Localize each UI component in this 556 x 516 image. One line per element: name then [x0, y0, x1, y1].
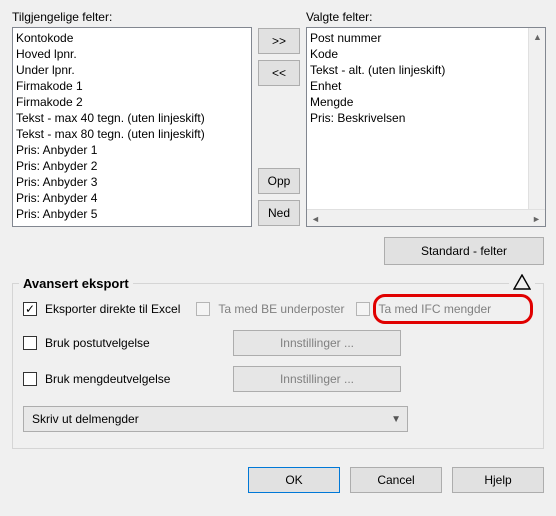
scroll-right-icon: ►: [528, 210, 545, 227]
post-selection-checkbox[interactable]: [23, 336, 37, 350]
move-up-button[interactable]: Opp: [258, 168, 300, 194]
list-item[interactable]: Pris: Anbyder 2: [16, 158, 251, 174]
list-item[interactable]: Pris: Anbyder 1: [16, 142, 251, 158]
print-subquantities-dropdown[interactable]: Skriv ut delmengder ▼: [23, 406, 408, 432]
list-item[interactable]: Firmakode 1: [16, 78, 251, 94]
list-item[interactable]: Mengde: [310, 94, 545, 110]
move-down-button[interactable]: Ned: [258, 200, 300, 226]
available-fields-label: Tilgjengelige felter:: [12, 10, 252, 24]
post-selection-settings-button: Innstillinger ...: [233, 330, 401, 356]
export-excel-checkbox[interactable]: [23, 302, 37, 316]
list-item[interactable]: Tekst - max 80 tegn. (uten linjeskift): [16, 126, 251, 142]
ok-button[interactable]: OK: [248, 467, 340, 493]
post-selection-label: Bruk postutvelgelse: [45, 336, 150, 350]
remove-field-button[interactable]: <<: [258, 60, 300, 86]
scroll-up-icon: ▲: [529, 28, 546, 45]
be-subitems-checkbox: [196, 302, 210, 316]
list-item[interactable]: Firmakode 2: [16, 94, 251, 110]
qty-selection-settings-button: Innstillinger ...: [233, 366, 401, 392]
list-item[interactable]: Pris: Anbyder 3: [16, 174, 251, 190]
scroll-left-icon: ◄: [307, 210, 324, 227]
add-field-button[interactable]: >>: [258, 28, 300, 54]
qty-selection-checkbox[interactable]: [23, 372, 37, 386]
cancel-button[interactable]: Cancel: [350, 467, 442, 493]
list-item[interactable]: Enhet: [310, 78, 545, 94]
list-item[interactable]: Pris: Beskrivelsen: [310, 110, 545, 126]
list-item[interactable]: Post nummer: [310, 30, 545, 46]
list-item[interactable]: Kontokode: [16, 30, 251, 46]
export-excel-label: Eksporter direkte til Excel: [45, 302, 180, 316]
list-item[interactable]: Tekst - max 40 tegn. (uten linjeskift): [16, 110, 251, 126]
list-item[interactable]: Pris: Anbyder 4: [16, 190, 251, 206]
chevron-down-icon: ▼: [391, 414, 401, 425]
list-item[interactable]: Hoved lpnr.: [16, 46, 251, 62]
dropdown-value: Skriv ut delmengder: [32, 412, 139, 426]
advanced-export-group: Avansert eksport Eksporter direkte til E…: [12, 283, 544, 449]
available-fields-listbox[interactable]: KontokodeHoved lpnr.Under lpnr.Firmakode…: [12, 27, 252, 227]
qty-selection-label: Bruk mengdeutvelgelse: [45, 372, 170, 386]
selected-fields-listbox[interactable]: Post nummerKodeTekst - alt. (uten linjes…: [306, 27, 546, 227]
triangle-icon: [509, 274, 535, 290]
list-item[interactable]: Pris: Anbyder 5: [16, 206, 251, 222]
list-item[interactable]: Under lpnr.: [16, 62, 251, 78]
list-item[interactable]: Tekst - alt. (uten linjeskift): [310, 62, 545, 78]
advanced-export-title: Avansert eksport: [19, 276, 133, 291]
help-button[interactable]: Hjelp: [452, 467, 544, 493]
be-subitems-label: Ta med BE underposter: [218, 302, 344, 316]
ifc-quantities-label: Ta med IFC mengder: [378, 302, 491, 316]
selected-fields-label: Valgte felter:: [306, 10, 546, 24]
ifc-quantities-checkbox: [356, 302, 370, 316]
list-item[interactable]: Kode: [310, 46, 545, 62]
standard-fields-button[interactable]: Standard - felter: [384, 237, 544, 265]
